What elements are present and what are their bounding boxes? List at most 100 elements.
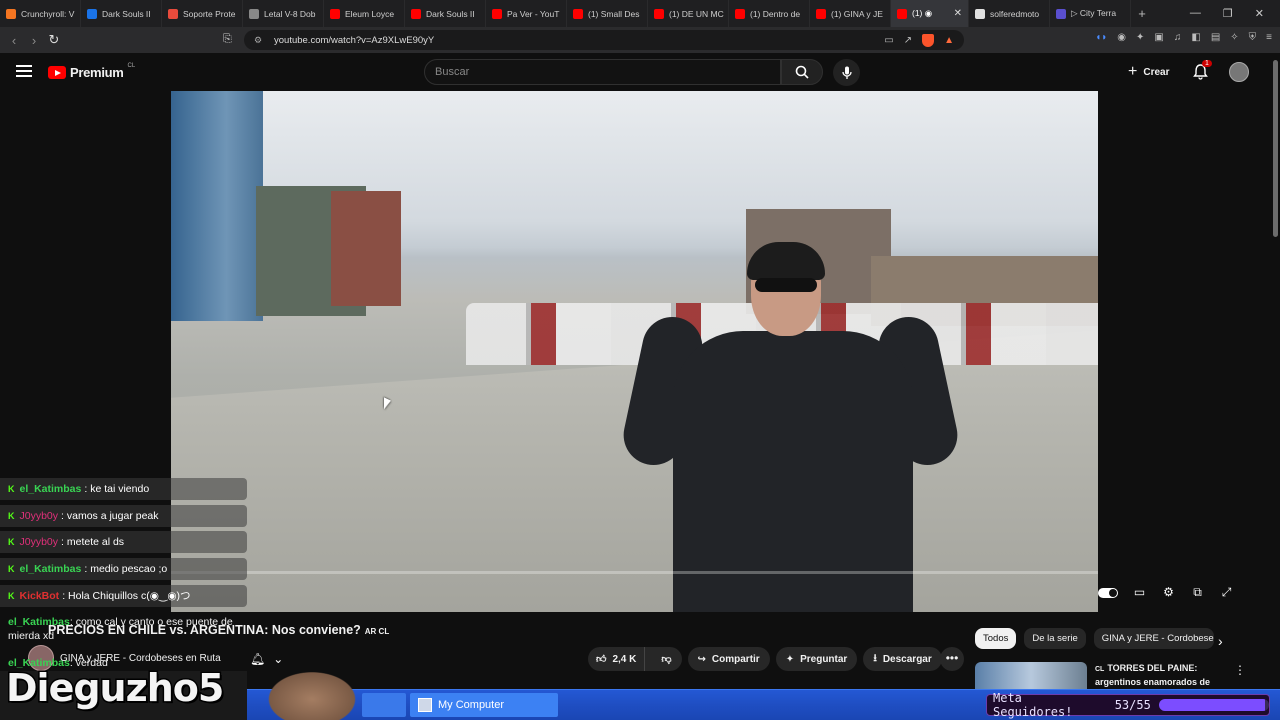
more-vertical-icon[interactable]: ⋮ [1234,663,1246,677]
tab-favicon-icon [492,8,502,19]
tab-title: Pa Ver - YouT [507,8,560,19]
menu-icon[interactable]: ≡ [1266,32,1272,43]
tab-favicon-icon [735,8,745,19]
ask-button[interactable]: ✦ Preguntar [775,647,858,671]
extension-icon[interactable]: ◖◗ [1095,32,1107,43]
browser-tab[interactable]: Soporte Prote [162,0,243,27]
taskbar-item[interactable] [362,693,406,717]
tab-title: solferedmoto [990,8,1040,19]
autoplay-toggle[interactable] [1098,587,1118,598]
brave-shields-icon[interactable] [922,33,935,47]
scrollbar-thumb[interactable] [1273,60,1278,237]
share-label: Compartir [711,653,760,665]
vpn-icon[interactable]: ⛨ [1249,32,1257,43]
miniplayer-icon[interactable]: ⧉ [1190,585,1205,600]
browser-tab[interactable]: solferedmoto [969,0,1050,27]
browser-tab[interactable]: (1) ◉ ✕ [891,0,969,27]
tab-title: Letal V-8 Dob [264,8,316,19]
leo-icon[interactable]: ✧ [1230,32,1238,43]
close-window-icon[interactable]: ✕ [1255,7,1264,20]
tab-title: ▷ City Terra [1071,8,1117,18]
tab-title: (1) Small Des [588,8,640,19]
create-label: Crear [1143,66,1170,78]
browser-tab[interactable]: Dark Souls II [405,0,486,27]
chat-text: : metete al ds [61,536,125,549]
kick-badge-icon: K [8,537,15,548]
extensions-area: ◖◗ ◉ ✦ ▣ ♫ ◧ ▤ ✧ ⛨ ≡ [1095,32,1272,43]
browser-tab[interactable]: (1) GINA y JE [810,0,891,27]
video-progress-bar[interactable] [171,571,1098,574]
forward-icon[interactable]: › [24,33,44,48]
share-icon: ↪ [697,653,706,665]
share-page-icon[interactable]: ↗ [904,35,912,46]
browser-tab[interactable]: Dark Souls II [81,0,162,27]
sparkle-icon: ✦ [785,653,795,665]
chevron-right-icon[interactable]: › [1218,633,1223,649]
like-button[interactable]: 👍︎ 2,4 K [588,647,646,671]
dislike-button[interactable]: 👎︎ [651,653,681,665]
chip-channel[interactable]: GINA y JERE - Cordobeses [1093,628,1214,649]
chat-text: : ke tai viendo [84,483,150,495]
subscription-bell[interactable]: 🔔︎ ⌄ [250,652,283,666]
puzzle-icon[interactable]: ✦ [1136,32,1144,43]
address-bar[interactable]: ⚙ youtube.com/watch?v=Az9XLwE90yY ▭ ↗ ▲ [244,30,964,50]
maximize-icon[interactable]: ❐ [1223,7,1233,20]
thumbs-down-icon: 👎︎ [661,654,672,665]
chip-todos[interactable]: Todos [975,628,1017,649]
back-icon[interactable]: ‹ [4,33,24,48]
person-jacket [673,331,913,612]
tab-favicon-icon [816,8,826,19]
bell-icon: 🔔︎ [250,652,266,666]
more-actions-button[interactable]: ••• [940,647,964,671]
rewards-icon[interactable]: ▲ [944,35,954,46]
settings-gear-icon[interactable]: ⚙ [1161,585,1176,600]
taskbar-my-computer[interactable]: My Computer [410,693,558,717]
youtube-logo[interactable]: Premium CL [48,62,136,80]
search-input[interactable]: Buscar [424,59,781,85]
site-info-icon[interactable]: ⚙ [254,35,266,46]
bookmark-icon[interactable]: ⎘ [223,33,232,46]
browser-tab[interactable]: (1) Dentro de [729,0,810,27]
browser-tab[interactable]: Letal V-8 Dob [243,0,324,27]
video-player[interactable] [171,91,1098,612]
tab-title: (1) DE UN MC [669,8,724,19]
account-avatar[interactable] [1229,62,1249,82]
chip-de-la-serie[interactable]: De la serie [1024,628,1086,649]
browser-tab[interactable]: (1) Small Des [567,0,648,27]
ask-label: Preguntar [800,653,848,665]
voice-search-button[interactable] [833,59,860,86]
browser-tab[interactable]: Crunchyroll: V [0,0,81,27]
microphone-icon [841,66,852,79]
fullscreen-icon[interactable]: ⤢ [1219,585,1234,600]
chat-message: el_Katimbas: como cal y canto o ese puen… [0,615,247,643]
download-icon: ⭳ [873,652,877,664]
extension-icon[interactable]: ▣ [1154,32,1163,43]
share-button[interactable]: ↪ Compartir [687,647,770,671]
browser-tab[interactable]: (1) DE UN MC [648,0,729,27]
browser-tab[interactable]: ▷ City Terra [1050,0,1131,27]
screen-icon[interactable]: ▭ [884,35,893,46]
music-icon[interactable]: ♫ [1174,32,1182,43]
reload-icon[interactable]: ↻ [44,32,64,48]
stream-chat-overlay: Kel_Katimbas: ke tai viendo K J0yyb0y: vam… [0,478,247,611]
download-button[interactable]: ⭳ Descargar [863,647,942,671]
browser-tab[interactable]: Eleum Loyce [324,0,405,27]
tab-favicon-icon [573,8,583,19]
sidebar-icon[interactable]: ◧ [1191,32,1200,43]
browser-tab[interactable]: Pa Ver - YouT [486,0,567,27]
logo-text: Premium [70,65,124,80]
country-code: CL [127,62,136,69]
hamburger-menu-icon[interactable] [16,65,32,77]
video-thumbnail[interactable] [975,662,1087,690]
chat-text: : Hola Chiquillos c(◉‿◉)つ [62,590,191,603]
tab-favicon-icon [249,8,259,19]
search-button[interactable] [781,59,823,85]
wallet-icon[interactable]: ▤ [1211,32,1220,43]
close-tab-icon[interactable]: ✕ [954,8,962,19]
new-tab-button[interactable]: + [1131,6,1153,21]
create-button[interactable]: + Crear [1128,63,1169,81]
subtitles-icon[interactable]: ▭ [1132,585,1147,600]
minimize-icon[interactable]: — [1190,7,1201,20]
extension-icon[interactable]: ◉ [1117,32,1126,43]
search-icon [795,65,809,79]
